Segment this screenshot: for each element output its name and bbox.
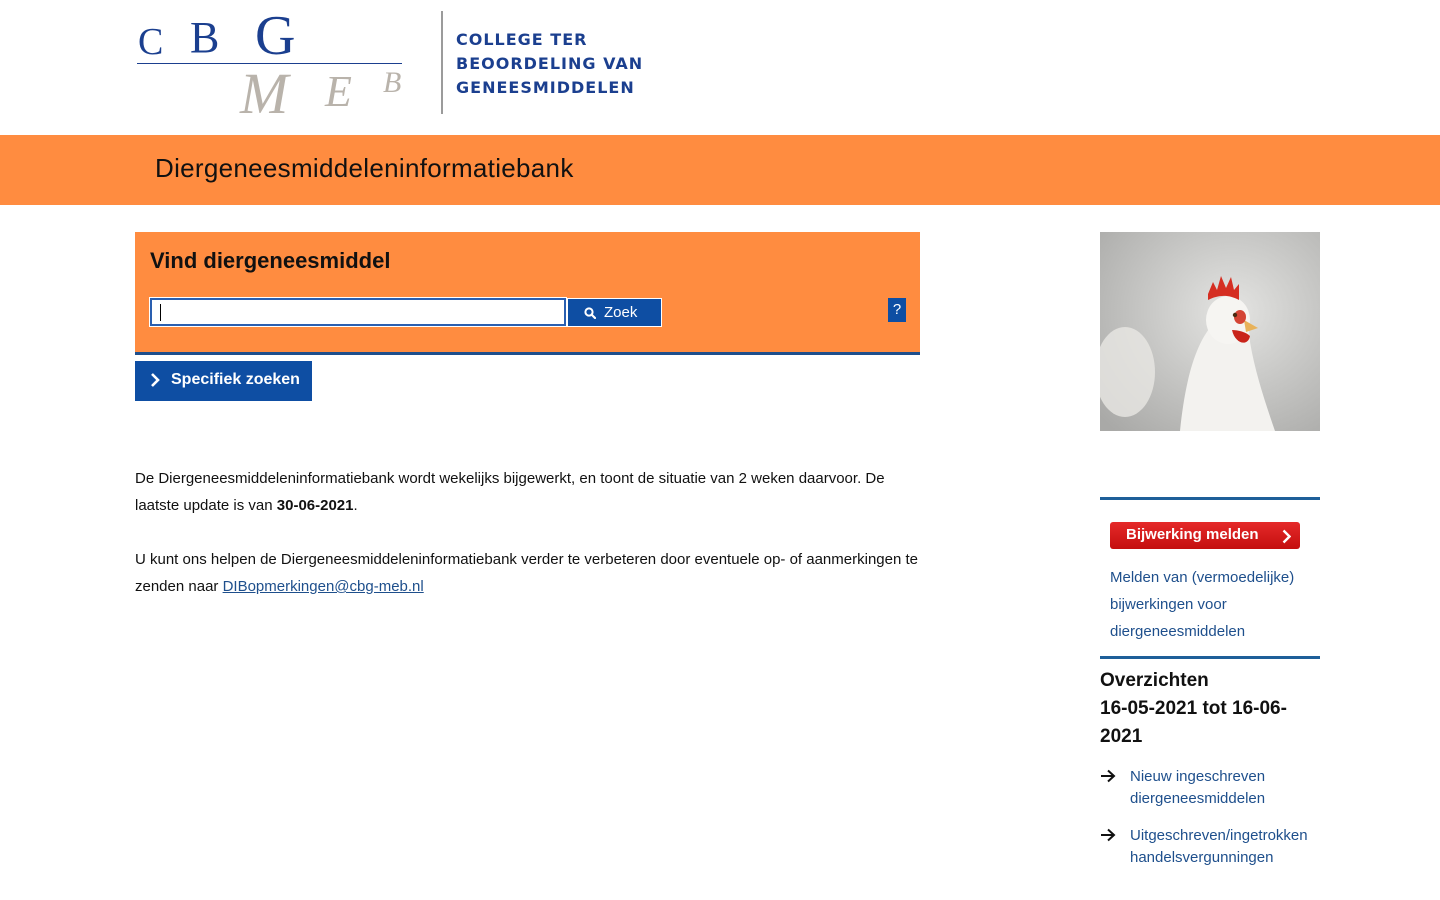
- update-paragraph: De Diergeneesmiddeleninformatiebank word…: [135, 465, 925, 519]
- info-text: De Diergeneesmiddeleninformatiebank word…: [135, 465, 925, 627]
- overview-link-label: Uitgeschreven/ingetrokken handelsvergunn…: [1130, 827, 1308, 866]
- help-button[interactable]: ?: [888, 298, 906, 322]
- logo-separator: [441, 11, 443, 114]
- logo-org-line-3: GENEESMIDDELEN: [456, 78, 635, 97]
- report-description-link[interactable]: Melden van (vermoedelijke) bijwerkingen …: [1110, 564, 1310, 645]
- logo-letter-g: G: [255, 5, 296, 67]
- sidebar-divider-top: [1100, 497, 1320, 500]
- logo-letter-m: M: [240, 61, 289, 126]
- feedback-email-link[interactable]: DIBopmerkingen@cbg-meb.nl: [223, 578, 424, 595]
- search-input[interactable]: [149, 297, 567, 327]
- logo-letter-b-small: B: [383, 66, 402, 99]
- overview-link-label: Nieuw ingeschreven diergeneesmiddelen: [1130, 768, 1266, 807]
- search-panel: Vind diergeneesmiddel Zoek ?: [135, 232, 920, 355]
- site-header: C B G M E B COLLEGE TER BEOORDELING VAN …: [0, 0, 1440, 135]
- arrow-right-icon: [1101, 769, 1116, 783]
- update-date: 30-06-2021: [276, 497, 354, 514]
- search-button[interactable]: Zoek: [567, 298, 662, 327]
- chevron-right-icon: [151, 373, 160, 387]
- report-button-label: Bijwerking melden: [1126, 526, 1259, 543]
- specific-search-label: Specifiek zoeken: [171, 371, 300, 388]
- logo-letter-e: E: [325, 67, 352, 116]
- search-icon: [584, 307, 596, 319]
- search-title: Vind diergeneesmiddel: [150, 248, 391, 273]
- logo-org-name: COLLEGE TER BEOORDELING VAN GENEESMIDDEL…: [456, 28, 643, 100]
- chevron-right-icon: [1282, 529, 1291, 544]
- title-banner: Diergeneesmiddeleninformatiebank: [0, 135, 1440, 205]
- chicken-image: [1100, 232, 1320, 431]
- logo-mark: C B G M E B: [135, 5, 405, 123]
- logo-org-line-1: COLLEGE TER: [456, 30, 588, 49]
- search-button-label: Zoek: [604, 304, 638, 321]
- logo-org-line-2: BEOORDELING VAN: [456, 54, 644, 73]
- sidebar-divider-bottom: [1100, 656, 1320, 659]
- update-text: De Diergeneesmiddeleninformatiebank word…: [135, 470, 885, 514]
- cbg-meb-logo[interactable]: C B G M E B COLLEGE TER BEOORDELING VAN …: [135, 5, 655, 123]
- page-title: Diergeneesmiddeleninformatiebank: [155, 153, 574, 183]
- logo-letter-c: C: [138, 21, 164, 63]
- logo-letter-b: B: [190, 13, 220, 62]
- text-caret: [160, 304, 161, 321]
- overview-title: Overzichten: [1100, 670, 1209, 691]
- specific-search-button[interactable]: Specifiek zoeken: [135, 361, 312, 401]
- arrow-right-icon: [1101, 828, 1116, 842]
- overview-period: 16-05-2021 tot 16-06-2021: [1100, 698, 1287, 747]
- chicken-photo: [1100, 232, 1320, 431]
- update-end: .: [353, 497, 358, 514]
- feedback-paragraph: U kunt ons helpen de Diergeneesmiddeleni…: [135, 546, 925, 600]
- report-side-effect-button[interactable]: Bijwerking melden: [1110, 522, 1300, 549]
- overview-heading: Overzichten 16-05-2021 tot 16-06-2021: [1100, 667, 1320, 751]
